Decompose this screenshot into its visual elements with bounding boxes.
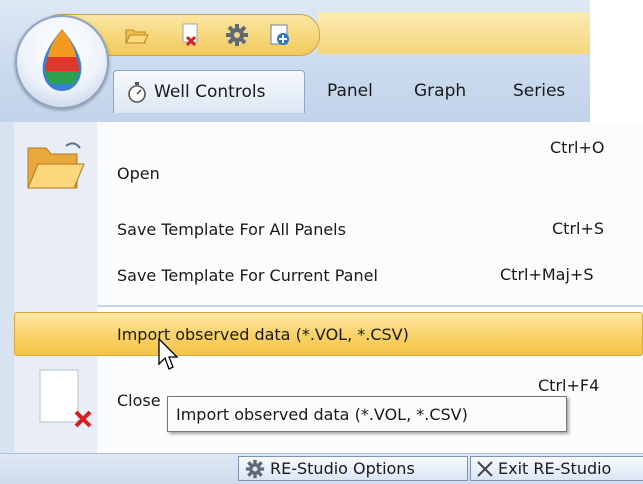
tooltip-text: Import observed data (*.VOL, *.CSV) <box>176 404 468 424</box>
menu-item-open[interactable]: Open Ctrl+O <box>97 138 643 188</box>
menu-item-save-template-all-shortcut: Ctrl+S <box>552 219 605 238</box>
re-studio-options-label: RE-Studio Options <box>270 459 415 478</box>
menu-item-save-template-current[interactable]: Save Template For Current Panel Ctrl+Maj… <box>97 255 643 295</box>
qat-new-button[interactable] <box>265 22 295 48</box>
tab-graph[interactable]: Graph <box>414 70 466 112</box>
tab-panel-label: Panel <box>327 81 373 101</box>
stopwatch-icon <box>128 82 146 103</box>
new-document-icon <box>270 24 289 45</box>
exit-re-studio-label: Exit RE-Studio <box>498 459 612 478</box>
menu-item-open-label: Open <box>117 163 160 183</box>
tab-panel[interactable]: Panel <box>327 70 373 112</box>
menu-item-save-template-all-label: Save Template For All Panels <box>117 219 346 239</box>
tab-graph-label: Graph <box>414 81 467 101</box>
open-folder-icon <box>125 29 149 44</box>
qat-close-file-button[interactable] <box>175 22 205 48</box>
gear-icon <box>245 459 265 478</box>
title-bar <box>318 12 590 54</box>
tooltip: Import observed data (*.VOL, *.CSV) <box>167 396 567 432</box>
mouse-cursor-icon <box>158 337 180 376</box>
menu-item-import-label: Import observed data (*.VOL, *.CSV) <box>117 324 409 344</box>
gear-icon <box>226 24 248 46</box>
open-folder-icon <box>24 138 88 194</box>
menu-item-open-shortcut: Ctrl+O <box>550 138 605 157</box>
menu-item-close-label: Close <box>117 390 161 410</box>
exit-re-studio-button[interactable]: Exit RE-Studio <box>470 456 643 481</box>
menu-item-save-template-current-label: Save Template For Current Panel <box>117 265 378 285</box>
menu-item-close-shortcut: Ctrl+F4 <box>538 376 600 395</box>
qat-settings-button[interactable] <box>222 22 252 48</box>
qat-open-button[interactable] <box>122 22 152 48</box>
app-logo-icon <box>42 29 82 91</box>
tab-well-controls[interactable]: Well Controls <box>113 70 305 113</box>
exit-x-icon <box>477 460 493 477</box>
menu-item-save-template-all[interactable]: Save Template For All Panels Ctrl+S <box>97 209 643 249</box>
tab-series-label: Series <box>513 81 566 101</box>
menu-item-save-template-current-shortcut: Ctrl+Maj+S <box>500 265 594 284</box>
menu-separator <box>97 305 643 307</box>
tab-series[interactable]: Series <box>513 70 565 112</box>
close-file-icon <box>182 23 198 47</box>
application-menu-button[interactable] <box>15 15 109 109</box>
re-studio-options-button[interactable]: RE-Studio Options <box>238 456 468 481</box>
close-document-icon <box>36 368 94 432</box>
tab-well-controls-label: Well Controls <box>154 82 266 102</box>
